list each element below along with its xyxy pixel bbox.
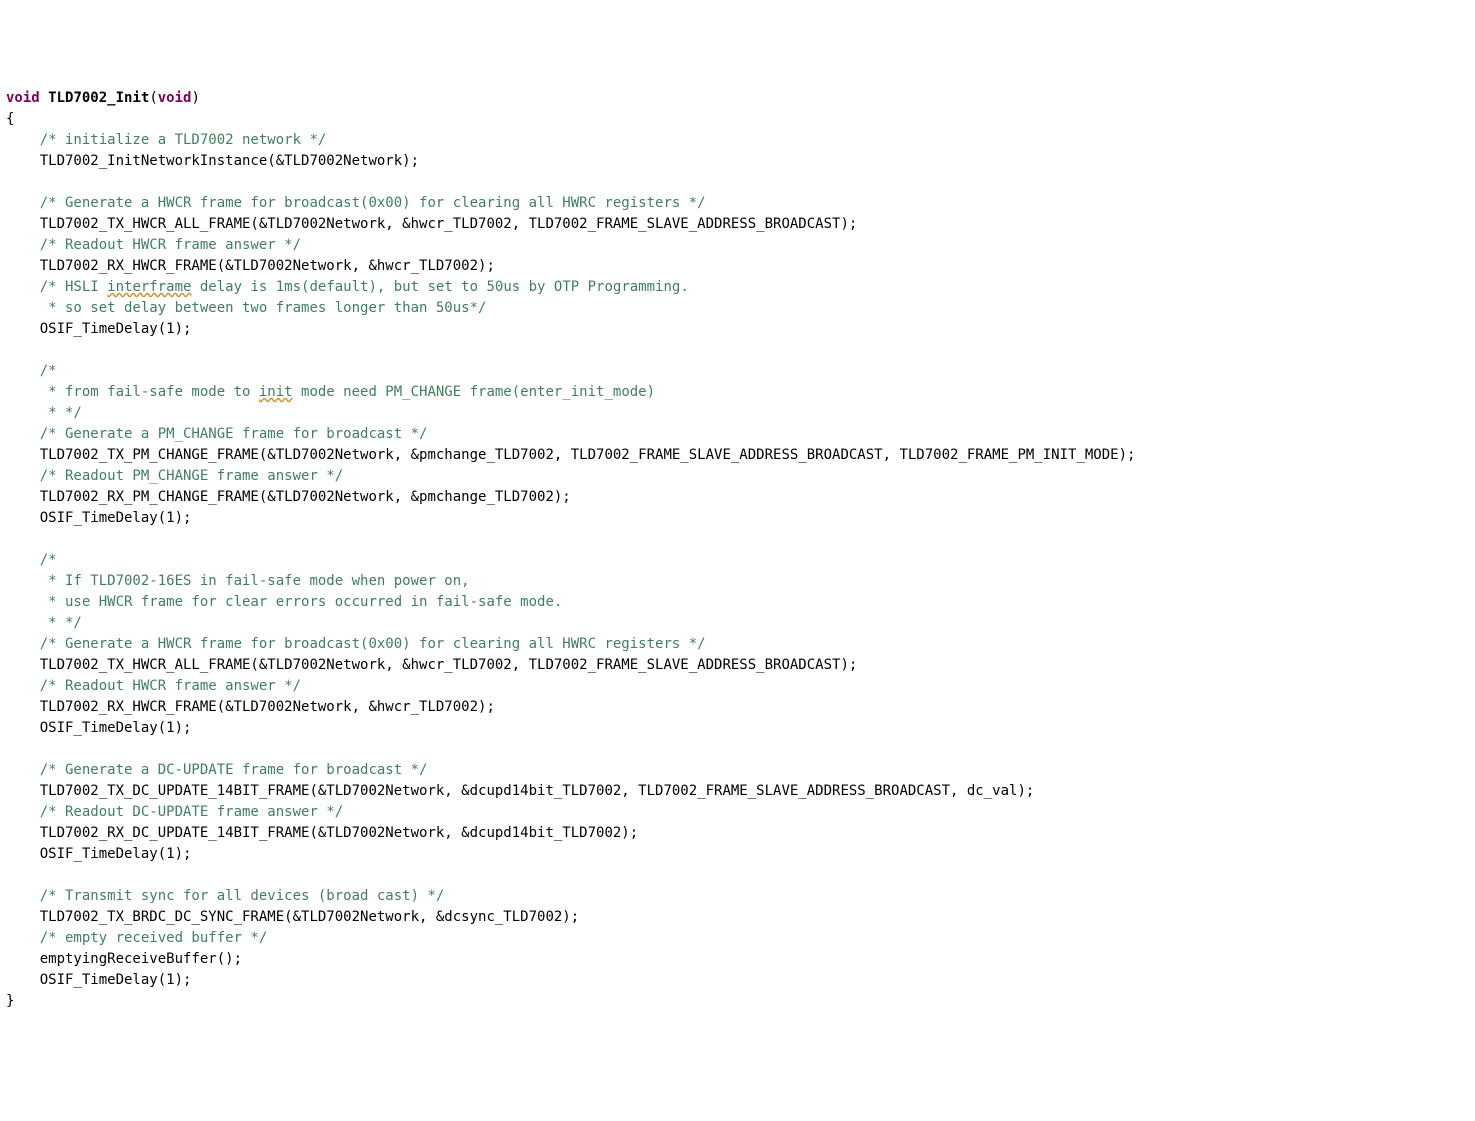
code-line: OSIF_TimeDelay(1); (40, 846, 192, 862)
code-comment: /* initialize a TLD7002 network */ (40, 132, 327, 148)
code-comment: /* (40, 552, 57, 568)
code-comment: * so set delay between two frames longer… (40, 300, 487, 316)
code-line: TLD7002_InitNetworkInstance(&TLD7002Netw… (40, 153, 419, 169)
function-name: TLD7002_Init (48, 90, 149, 106)
code-line: TLD7002_TX_HWCR_ALL_FRAME(&TLD7002Networ… (40, 216, 858, 232)
code-comment: /* empty received buffer */ (40, 930, 268, 946)
code-comment: /* Readout HWCR frame answer */ (40, 678, 301, 694)
code-line: } (6, 993, 14, 1009)
code-line: OSIF_TimeDelay(1); (40, 972, 192, 988)
code-line: OSIF_TimeDelay(1); (40, 510, 192, 526)
function-params: (void) (149, 90, 200, 106)
code-comment: /* Readout HWCR frame answer */ (40, 237, 301, 253)
code-line: emptyingReceiveBuffer(); (40, 951, 242, 967)
code-comment: /* (40, 363, 57, 379)
code-comment: * */ (40, 405, 82, 421)
code-comment: /* Transmit sync for all devices (broad … (40, 888, 445, 904)
code-line: TLD7002_TX_BRDC_DC_SYNC_FRAME(&TLD7002Ne… (40, 909, 579, 925)
code-line: TLD7002_RX_HWCR_FRAME(&TLD7002Network, &… (40, 258, 495, 274)
code-comment: /* Generate a DC-UPDATE frame for broadc… (40, 762, 428, 778)
code-comment: /* Generate a HWCR frame for broadcast(0… (40, 636, 706, 652)
code-comment: /* Readout PM_CHANGE frame answer */ (40, 468, 343, 484)
code-comment: /* Readout DC-UPDATE frame answer */ (40, 804, 343, 820)
code-line: TLD7002_RX_HWCR_FRAME(&TLD7002Network, &… (40, 699, 495, 715)
code-comment: * from fail-safe mode to init mode need … (40, 384, 655, 400)
code-line: TLD7002_TX_HWCR_ALL_FRAME(&TLD7002Networ… (40, 657, 858, 673)
code-comment: * */ (40, 615, 82, 631)
code-comment: * If TLD7002-16ES in fail-safe mode when… (40, 573, 470, 589)
code-comment: /* Generate a PM_CHANGE frame for broadc… (40, 426, 428, 442)
keyword-void: void (6, 90, 40, 106)
code-line: TLD7002_TX_DC_UPDATE_14BIT_FRAME(&TLD700… (40, 783, 1035, 799)
code-line: TLD7002_RX_PM_CHANGE_FRAME(&TLD7002Netwo… (40, 489, 571, 505)
code-line: TLD7002_RX_DC_UPDATE_14BIT_FRAME(&TLD700… (40, 825, 638, 841)
code-line: TLD7002_TX_PM_CHANGE_FRAME(&TLD7002Netwo… (40, 447, 1136, 463)
code-comment: /* HSLI interframe delay is 1ms(default)… (40, 279, 689, 295)
code-line: OSIF_TimeDelay(1); (40, 720, 192, 736)
code-block: void TLD7002_Init(void) { /* initialize … (6, 88, 1469, 1012)
code-line: { (6, 111, 14, 127)
code-comment: * use HWCR frame for clear errors occurr… (40, 594, 563, 610)
code-line: OSIF_TimeDelay(1); (40, 321, 192, 337)
code-comment: /* Generate a HWCR frame for broadcast(0… (40, 195, 706, 211)
